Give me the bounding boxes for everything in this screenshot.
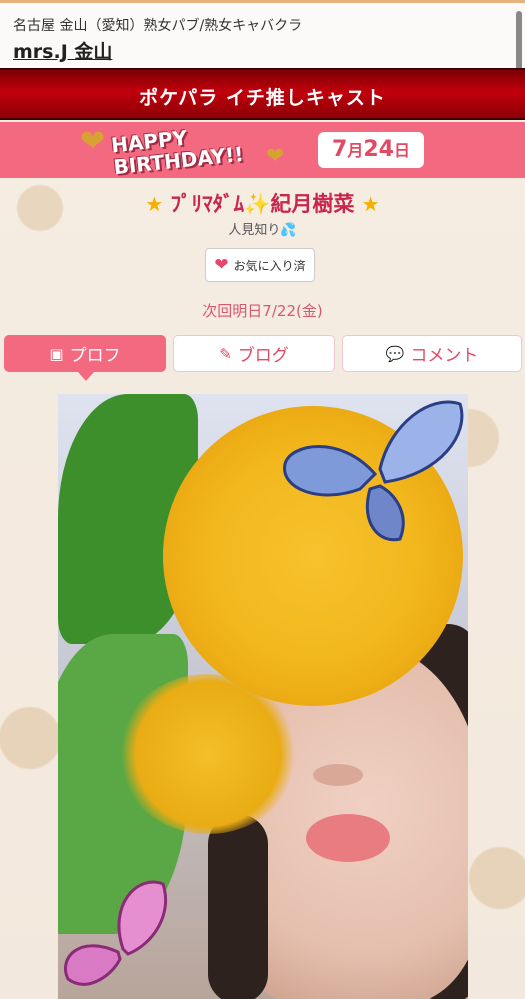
gold-heart-icon: ❤ [80,124,106,159]
cast-photo[interactable] [58,394,468,999]
hair-shape [208,814,268,999]
page-header: 名古屋 金山（愛知）熟女パブ/熟女キャバクラ mrs.J 金山 [0,0,525,81]
star-icon: ★ [145,192,164,216]
banner-title: ポケパラ イチ推しキャスト [139,87,386,109]
tab-label: コメント [410,346,479,366]
lips-shape [306,814,390,862]
birthday-bar: ❤ ❤ HAPPY BIRTHDAY!! 7月24日 [0,122,525,179]
favorite-button[interactable]: ❤ お気に入り済 [205,248,315,282]
cast-name: ★ ﾌﾟﾘﾏﾀﾞﾑ✨紀月樹菜 ★ [145,192,380,216]
butterfly-icon [64,880,168,986]
chat-bubble-icon: 💬 [385,344,405,363]
favorite-label: お気に入り済 [233,258,306,273]
tab-comment[interactable]: 💬 コメント [342,335,522,372]
shop-area-label: 名古屋 金山（愛知）熟女パブ/熟女キャバクラ [13,18,303,34]
tab-label: プロフ [69,346,121,366]
next-shift: 次回明日7/22(金) [202,302,323,320]
cast-tagline: 人見知り💦 [228,223,297,238]
star-icon: ★ [361,192,380,216]
tab-blog[interactable]: ✎ ブログ [173,335,335,372]
heart-icon: ❤ [214,255,229,275]
edit-icon: ✎ [219,344,232,363]
shop-name-link[interactable]: mrs.J 金山 [13,37,112,64]
butterfly-icon [283,400,464,542]
nose-shape [313,764,363,786]
recommend-banner: ポケパラ イチ推しキャスト [0,68,525,120]
tab-label: ブログ [237,346,289,366]
happy-birthday-text: HAPPY BIRTHDAY!! [110,125,245,180]
tab-profile[interactable]: ▣ プロフ [4,335,166,381]
id-card-icon: ▣ [49,344,64,363]
birthday-date: 7月24日 [318,132,424,168]
